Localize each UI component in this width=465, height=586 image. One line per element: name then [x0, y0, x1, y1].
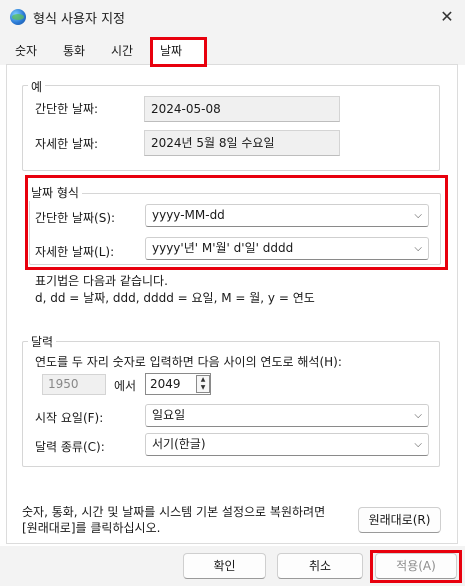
example-group-label: 예 — [28, 78, 46, 95]
reset-text-line-2: [원래대로]를 클릭하십시오. — [22, 521, 161, 535]
close-button[interactable]: ✕ — [436, 6, 458, 28]
apply-button[interactable]: 적용(A) — [375, 553, 457, 579]
calendar-type-combo[interactable]: 서기(한글) ⌵ — [145, 433, 429, 456]
spin-up-icon[interactable]: ▲ — [197, 376, 209, 384]
long-date-value: yyyy'년' M'월' d'일' dddd — [152, 241, 294, 255]
reset-button[interactable]: 원래대로(R) — [358, 507, 441, 533]
reset-text-line-1: 숫자, 통화, 시간 및 날짜를 시스템 기본 설정으로 복원하려면 — [22, 505, 326, 519]
window-title: 형식 사용자 지정 — [33, 12, 125, 27]
example-short-value: 2024-05-08 — [144, 96, 340, 122]
short-date-label: 간단한 날짜(S): — [35, 211, 116, 225]
date-format-group-label: 날짜 형식 — [28, 184, 82, 201]
tab-time[interactable]: 시간 — [111, 42, 133, 64]
globe-icon — [10, 9, 26, 25]
example-short-label: 간단한 날짜: — [35, 102, 99, 116]
notation-line-1: 표기법은 다음과 같습니다. — [35, 274, 168, 288]
short-date-value: yyyy-MM-dd — [152, 208, 225, 222]
tab-date-label: 날짜 — [160, 44, 183, 58]
example-long-label: 자세한 날짜: — [35, 137, 99, 151]
calendar-group-label: 달력 — [28, 333, 57, 350]
short-date-combo[interactable]: yyyy-MM-dd ⌵ — [145, 204, 429, 227]
long-date-label: 자세한 날짜(L): — [35, 245, 115, 259]
two-digit-year-text: 연도를 두 자리 숫자로 입력하면 다음 사이의 연도로 해석(H): — [35, 355, 342, 369]
calendar-type-value: 서기(한글) — [152, 437, 206, 451]
long-date-combo[interactable]: yyyy'년' M'월' d'일' dddd ⌵ — [145, 237, 429, 260]
first-day-label: 시작 요일(F): — [35, 411, 104, 425]
notation-line-2: d, dd = 날짜, ddd, dddd = 요일, M = 월, y = 연… — [35, 291, 315, 305]
chevron-down-icon: ⌵ — [414, 210, 422, 221]
chevron-down-icon: ⌵ — [414, 439, 422, 450]
first-day-value: 일요일 — [152, 408, 186, 422]
tab-number[interactable]: 숫자 — [15, 42, 37, 64]
cancel-button[interactable]: 취소 — [277, 553, 363, 579]
first-day-combo[interactable]: 일요일 ⌵ — [145, 404, 429, 427]
year-between-label: 에서 — [114, 379, 137, 393]
calendar-type-label: 달력 종류(C): — [35, 440, 105, 454]
chevron-down-icon: ⌵ — [414, 243, 422, 254]
example-long-value: 2024년 5월 8일 수요일 — [144, 130, 340, 156]
ok-button[interactable]: 확인 — [183, 553, 266, 579]
chevron-down-icon: ⌵ — [414, 410, 422, 421]
spin-down-icon[interactable]: ▼ — [197, 384, 209, 392]
year-to-spinner[interactable]: ▲ ▼ — [196, 375, 210, 393]
year-from-field: 1950 — [42, 374, 106, 395]
tab-currency[interactable]: 통화 — [63, 42, 85, 64]
